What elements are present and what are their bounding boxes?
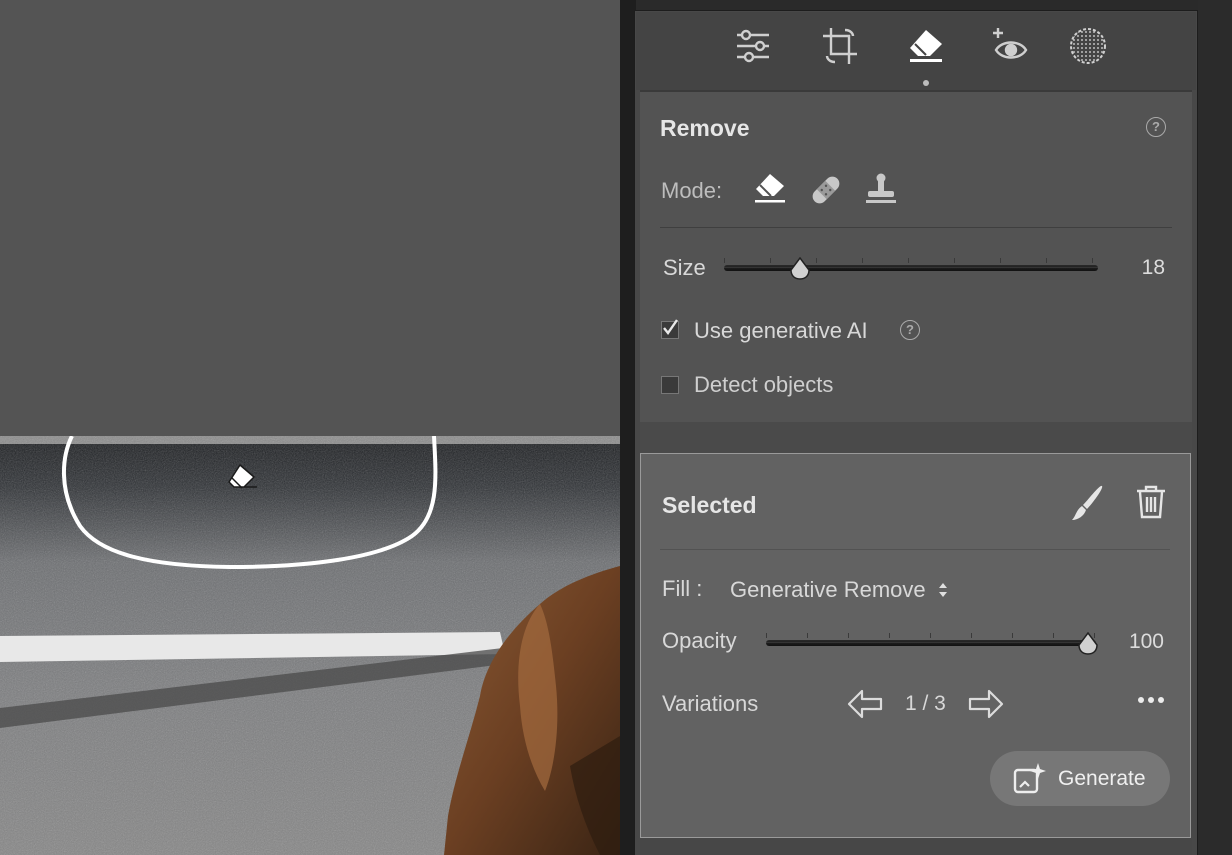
masking-icon[interactable]: [1068, 26, 1108, 66]
active-tool-indicator: [923, 80, 929, 86]
use-generative-ai-checkbox[interactable]: [661, 319, 679, 339]
crop-icon[interactable]: [820, 26, 860, 66]
generate-button[interactable]: Generate: [990, 751, 1170, 806]
fill-select-value: Generative Remove: [730, 577, 926, 602]
opacity-slider[interactable]: [766, 630, 1099, 656]
mode-label: Mode:: [661, 178, 723, 203]
use-generative-ai-label[interactable]: Use generative AI: [694, 318, 868, 344]
edit-sliders-icon[interactable]: [733, 26, 773, 66]
clone-mode-stamp-icon[interactable]: [864, 172, 898, 213]
brush-icon[interactable]: [1070, 484, 1106, 529]
panel-below-area: [640, 838, 1192, 855]
delete-trash-icon[interactable]: [1134, 484, 1168, 525]
remove-divider: [660, 227, 1172, 228]
section-gap: [640, 422, 1192, 454]
fill-select[interactable]: Generative Remove: [730, 576, 950, 604]
variations-counter: 1 / 3: [905, 692, 946, 715]
select-arrows-icon: [938, 583, 947, 597]
remove-title: Remove: [660, 115, 750, 141]
photo-image[interactable]: [0, 436, 620, 855]
eraser-cursor-icon: [228, 464, 257, 489]
size-slider-thumb[interactable]: [789, 257, 811, 281]
opacity-label: Opacity: [662, 628, 737, 653]
red-eye-icon[interactable]: [990, 26, 1030, 66]
previous-variation-arrow-icon[interactable]: [846, 688, 884, 725]
variations-label: Variations: [662, 691, 759, 716]
photo-canvas[interactable]: [0, 0, 620, 855]
generative-ai-help-icon[interactable]: ?: [900, 320, 920, 340]
remove-eraser-icon[interactable]: [906, 26, 946, 66]
generate-label: Generate: [1058, 766, 1146, 790]
more-options-icon[interactable]: [1136, 690, 1166, 715]
selected-title: Selected: [662, 492, 757, 518]
opacity-value[interactable]: 100: [1112, 630, 1164, 654]
detect-objects-checkbox[interactable]: [661, 376, 679, 394]
fill-label: Fill :: [662, 576, 703, 601]
opacity-slider-thumb[interactable]: [1077, 632, 1099, 656]
size-label: Size: [663, 255, 706, 280]
generate-sparkle-icon: [1013, 762, 1046, 793]
heal-mode-bandage-icon[interactable]: [808, 172, 844, 213]
size-value[interactable]: 18: [1120, 256, 1165, 280]
next-variation-arrow-icon[interactable]: [967, 688, 1005, 725]
size-slider[interactable]: [724, 255, 1098, 281]
panel-scroll-gutter: [1198, 0, 1232, 855]
remove-mode-eraser-icon[interactable]: [752, 172, 788, 211]
remove-help-icon[interactable]: ?: [1146, 117, 1166, 137]
selected-divider: [660, 549, 1170, 550]
detect-objects-label[interactable]: Detect objects: [694, 372, 833, 398]
